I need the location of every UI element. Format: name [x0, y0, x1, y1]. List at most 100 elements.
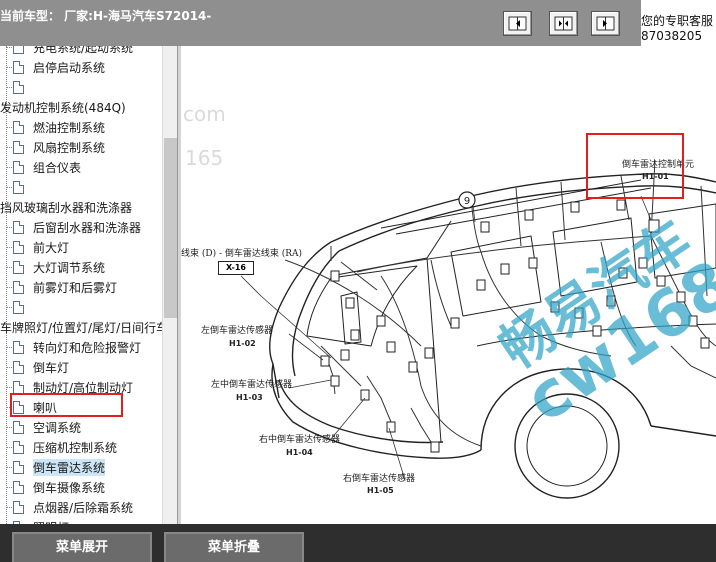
tree-item-label: 压缩机控制系统: [33, 441, 118, 455]
sensor-right-label: 右倒车雷达传感器: [343, 474, 416, 484]
tree-item[interactable]: 压缩机控制系统: [0, 437, 162, 457]
fit-horizontal-icon: [554, 16, 573, 31]
tree-item-label: 倒车灯: [33, 361, 70, 375]
document-icon: [13, 461, 24, 474]
document-icon: [13, 161, 24, 174]
expand-menu-button[interactable]: 菜单展开: [12, 532, 152, 562]
tree-item-label: 倒车摄像系统: [33, 481, 106, 495]
current-model-label: 当前车型： 厂家:H-海马汽车S72014-: [0, 9, 212, 23]
tree-item-label: 空调系统: [33, 421, 82, 435]
tree-item[interactable]: 照明灯: [0, 517, 162, 524]
document-icon: [13, 221, 24, 234]
go-right-button[interactable]: [591, 11, 620, 36]
system-tree-panel: 充电系统/起动系统启停启动系统发动机控制系统(484Q) 燃油控制系统 风扇控制系统…: [0, 46, 177, 524]
document-icon: [13, 421, 24, 434]
tree-connector: [7, 247, 12, 248]
tree-item[interactable]: 组合仪表: [0, 157, 162, 177]
tree-connector: [7, 507, 12, 508]
tree-item[interactable]: 倒车灯: [0, 357, 162, 377]
tree-connector: [7, 47, 12, 48]
tree-item[interactable]: 后窗刮水器和洗涤器: [0, 217, 162, 237]
top-toolbar: 当前车型： 厂家:H-海马汽车S72014- 您的专职客服 87038205: [0, 0, 716, 46]
tree-connector: [7, 167, 12, 168]
tree-connector: [7, 387, 12, 388]
watermark-site-text: com: [183, 102, 226, 126]
tree-item[interactable]: [0, 297, 162, 317]
tree-item-label: 风扇控制系统: [33, 141, 106, 155]
service-hotline: 您的专职客服 87038205: [641, 0, 716, 46]
tree-connector: [7, 187, 12, 188]
bottom-toolbar: 菜单展开 菜单折叠: [0, 524, 716, 562]
tree-item[interactable]: 转向灯和危险报警灯: [0, 337, 162, 357]
tree-connector: [7, 87, 12, 88]
tree-category[interactable]: 发动机控制系统(484Q): [0, 97, 162, 117]
document-icon: [13, 301, 24, 314]
tree-item[interactable]: 前大灯: [0, 237, 162, 257]
document-icon: [13, 46, 24, 54]
tree-item[interactable]: 点烟器/后除霜系统: [0, 497, 162, 517]
document-icon: [13, 121, 24, 134]
tree-item-label: 发动机控制系统(484Q): [0, 101, 126, 115]
tree-item-label: 组合仪表: [33, 161, 82, 175]
sidebar-scroll-thumb[interactable]: [164, 138, 177, 318]
tree-item[interactable]: 空调系统: [0, 417, 162, 437]
tree-item-label: 前雾灯和后雾灯: [33, 281, 118, 295]
selected-item-highlight: [10, 393, 123, 417]
tree-item-label: 启停启动系统: [33, 61, 106, 75]
document-icon: [13, 341, 24, 354]
document-icon: [13, 481, 24, 494]
harness-label: 线束 (D) - 倒车雷达线束 (RA): [181, 249, 303, 259]
document-icon: [13, 281, 24, 294]
circle-marker: 9: [464, 196, 470, 207]
tree-item-label: 点烟器/后除霜系统: [33, 501, 134, 515]
watermark-site-number: 165: [185, 146, 224, 170]
sensor-right-mid-label: 右中倒车雷达传感器: [259, 435, 341, 445]
fit-horizontal-button[interactable]: [549, 11, 578, 36]
tree-connector: [7, 227, 12, 228]
tree-item-label: 燃油控制系统: [33, 121, 106, 135]
tree-item-label: 转向灯和危险报警灯: [33, 341, 142, 355]
system-tree: 充电系统/起动系统启停启动系统发动机控制系统(484Q) 燃油控制系统 风扇控制系统…: [0, 46, 162, 524]
tree-connector: [7, 127, 12, 128]
tree-item[interactable]: 风扇控制系统: [0, 137, 162, 157]
document-icon: [13, 181, 24, 194]
tree-item[interactable]: 倒车雷达系统: [0, 457, 162, 477]
collapse-menu-button[interactable]: 菜单折叠: [164, 532, 304, 562]
document-icon: [13, 241, 24, 254]
tree-item[interactable]: 倒车摄像系统: [0, 477, 162, 497]
control-unit-highlight: [586, 133, 684, 199]
harness-code-box: X-16: [218, 261, 254, 275]
tree-item-label: 车牌照灯/位置灯/尾灯/日间行车灯: [0, 321, 162, 335]
tree-connector: [7, 67, 12, 68]
document-icon: [13, 261, 24, 274]
document-icon: [13, 61, 24, 74]
tree-item-label: 倒车雷达系统: [33, 459, 106, 476]
document-icon: [13, 501, 24, 514]
go-left-button[interactable]: [503, 11, 532, 36]
tree-item-label: 后窗刮水器和洗涤器: [33, 221, 142, 235]
go-right-icon: [596, 16, 615, 31]
tree-category[interactable]: 车牌照灯/位置灯/尾灯/日间行车灯: [0, 317, 162, 337]
tree-item[interactable]: [0, 177, 162, 197]
tree-connector: [7, 347, 12, 348]
tree-connector: [7, 267, 12, 268]
tree-item[interactable]: 充电系统/起动系统: [0, 46, 162, 57]
tree-connector: [7, 467, 12, 468]
tree-item[interactable]: 燃油控制系统: [0, 117, 162, 137]
sensor-right-code: H1-05: [367, 486, 394, 495]
tree-item[interactable]: 前雾灯和后雾灯: [0, 277, 162, 297]
go-left-icon: [508, 16, 527, 31]
sensor-left-mid-code: H1-03: [236, 393, 263, 402]
tree-connector: [7, 487, 12, 488]
sensor-right-mid-code: H1-04: [286, 448, 313, 457]
document-icon: [13, 361, 24, 374]
sensor-left-mid-label: 左中倒车雷达传感器: [211, 380, 293, 390]
sidebar-scrollbar[interactable]: [162, 46, 177, 524]
tree-item[interactable]: [0, 77, 162, 97]
tree-item[interactable]: 启停启动系统: [0, 57, 162, 77]
tree-category[interactable]: 挡风玻璃刮水器和洗涤器: [0, 197, 162, 217]
tree-item[interactable]: 大灯调节系统: [0, 257, 162, 277]
wiring-diagram-view[interactable]: 9 com 165 线束 (D) - 倒车雷达线束 (RA) X-16 左倒车雷…: [181, 46, 716, 524]
tree-item-label: 挡风玻璃刮水器和洗涤器: [0, 201, 133, 215]
tree-connector: [7, 147, 12, 148]
